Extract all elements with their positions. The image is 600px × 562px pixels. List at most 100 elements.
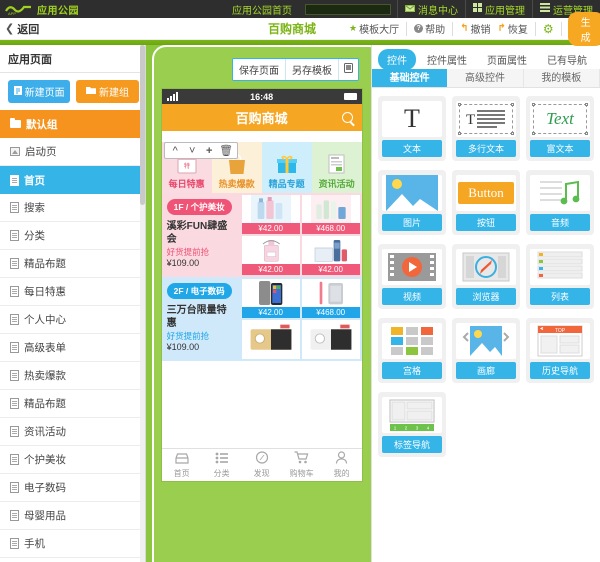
floor-banner-1[interactable]: 2F / 电子数码 三万台限量特惠 好货提前抢 ¥109.00 [162,277,240,361]
product-card-0-3[interactable]: ¥42.00 [301,236,360,275]
quicknav-item-2[interactable]: 精品专题 [261,142,312,193]
sidebar-item-label: 个护美妆 [24,454,66,466]
add-widget-icon[interactable]: + [201,145,218,157]
widget-card-history-nav-icon[interactable]: TOP 历史导航 [526,318,594,383]
sidebar-item-11[interactable]: 资讯活动 [0,418,145,446]
widget-card-grid-icon[interactable]: 宫格 [378,318,446,383]
tabbar-item-4[interactable]: 我的 [322,449,362,481]
sidebar-item-13[interactable]: 电子数码 [0,474,145,502]
list-icon [530,249,590,285]
widget-label: 标签导航 [382,436,442,453]
widget-card-rich-text-icon[interactable]: Text 富文本 [526,96,594,161]
sidebar-scrollbar[interactable] [139,45,145,562]
sidebar-item-2[interactable]: 首页 [0,166,145,194]
widget-card-audio-icon[interactable]: 音频 [526,170,594,235]
sidebar-item-14[interactable]: 母婴用品 [0,502,145,530]
move-up-icon[interactable]: ^ [167,145,184,157]
widget-card-button-icon[interactable]: Button 按钮 [452,170,520,235]
tabbar-item-3[interactable]: 购物车 [282,449,322,481]
nav-home[interactable]: 应用公园首页 [225,0,299,18]
product-card-0-0[interactable]: ¥42.00 [241,195,300,234]
floor-banner-0[interactable]: 1F / 个护美妆 溪彩FUN肆盛会 好货提前抢 ¥109.00 [162,193,240,277]
quicknav-label: 精品专题 [268,179,305,189]
sidebar-item-8[interactable]: 高级表单 [0,334,145,362]
settings-button[interactable]: ⚙ [536,21,562,36]
widget-card-multiline-text-icon[interactable]: T 多行文本 [452,96,520,161]
floor-products-0: ¥42.00 ¥468.00 ¥42.00 ¥42.00 [240,193,362,277]
new-group-button[interactable]: 新建组 [76,80,139,103]
product-card-1-0[interactable]: ¥42.00 [241,279,300,318]
sidebar-item-3[interactable]: 搜索 [0,194,145,222]
sidebar-item-12[interactable]: 个护美妆 [0,446,145,474]
panel-tab-3[interactable]: 已有导航 [538,49,596,70]
sidebar-item-16[interactable]: 电脑 [0,558,145,562]
widget-card-browser-icon[interactable]: 浏览器 [452,244,520,309]
sidebar-item-9[interactable]: 热卖爆款 [0,362,145,390]
new-page-button[interactable]: 新建页面 [8,80,71,103]
undo-icon[interactable]: ↰ [460,23,468,34]
brand-logo[interactable]: APP 应用公园 [0,2,79,17]
sidebar-item-1[interactable]: 启动页 [0,138,145,166]
tabbar-item-1[interactable]: 分类 [202,449,242,481]
undo-label[interactable]: 撤销 [470,21,490,36]
gear-icon: ⚙ [542,21,554,36]
move-down-icon[interactable]: ˅ [184,145,201,157]
tabbar-item-0[interactable]: 首页 [162,449,202,481]
template-hall-button[interactable]: ★ 模板大厅 [342,21,408,36]
widget-card-list-icon[interactable]: 列表 [526,244,594,309]
preview-device-button[interactable] [339,59,358,80]
save-template-button[interactable]: 另存模板 [286,59,339,80]
sidebar-item-0[interactable]: 默认组 [0,110,145,138]
widget-card-video-icon[interactable]: 视频 [378,244,446,309]
product-price: ¥42.00 [301,264,360,275]
doc-icon [10,426,19,437]
doc-icon [10,482,19,493]
sidebar-item-5[interactable]: 精品布题 [0,250,145,278]
editor-app-title: 百购商城 [268,22,317,36]
sidebar-item-4[interactable]: 分类 [0,222,145,250]
panel-tab-1[interactable]: 控件属性 [418,49,476,70]
sidebar-item-7[interactable]: 个人中心 [0,306,145,334]
sidebar-item-6[interactable]: 每日特惠 [0,278,145,306]
widget-label: 音频 [530,214,590,231]
generate-button[interactable]: 生成 [567,11,600,46]
doc-icon [10,398,19,409]
widget-card-gallery-icon[interactable]: 画廊 [452,318,520,383]
help-button[interactable]: ? 帮助 [407,21,454,36]
sidebar-item-10[interactable]: 精品布题 [0,390,145,418]
panel-subtab-2[interactable]: 我的模板 [523,69,600,87]
product-card-1-1[interactable]: ¥468.00 [301,279,360,318]
sidebar-scrollbar-thumb[interactable] [139,45,145,205]
phone-tabbar[interactable]: 首页 分类 发现 购物车 我的 [161,448,362,481]
sidebar-item-label: 热卖爆款 [24,370,66,382]
help-label: 帮助 [425,25,446,36]
save-page-button[interactable]: 保存页面 [233,59,286,80]
product-card-0-1[interactable]: ¥468.00 [301,195,360,234]
sidebar-item-15[interactable]: 手机 [0,530,145,558]
floor-section-0[interactable]: 1F / 个护美妆 溪彩FUN肆盛会 好货提前抢 ¥109.00 ¥42.00 ¥468.… [161,193,362,277]
phone-preview[interactable]: 16:48 百购商城 ^ ˅ + 🗑 特每日特惠 热卖爆款 精品专题 资讯活动 1F … [161,89,362,481]
panel-tab-0[interactable]: 控件 [378,49,416,70]
widget-card-image-icon[interactable]: 图片 [378,170,446,235]
floor-section-1[interactable]: 2F / 电子数码 三万台限量特惠 好货提前抢 ¥109.00 ¥42.00 ¥468.0… [161,277,362,361]
panel-tab-2[interactable]: 页面属性 [478,49,536,70]
quicknav-label: 每日特惠 [168,179,205,189]
cart-icon [294,451,309,466]
search-icon[interactable] [341,112,353,123]
grid-icon [382,323,442,359]
panel-subtab-1[interactable]: 高级控件 [447,69,524,87]
product-card-0-2[interactable]: ¥42.00 [241,236,300,275]
widget-card-text-icon[interactable]: T 文本 [378,96,446,161]
product-card-1-3[interactable] [301,320,360,359]
delete-widget-icon[interactable]: 🗑 [218,144,235,157]
widget-card-tab-nav-icon[interactable]: 1 2 3 4 标签导航 [378,392,446,457]
redo-label[interactable]: 恢复 [508,21,528,36]
product-card-1-2[interactable] [241,320,300,359]
quicknav-item-3[interactable]: 资讯活动 [311,142,362,193]
tabbar-item-2[interactable]: 发现 [242,449,282,481]
redo-icon[interactable]: ↱ [497,23,505,34]
back-button[interactable]: ❮ 返回 [0,21,39,37]
panel-subtab-0[interactable]: 基础控件 [372,69,448,87]
battery-icon [343,93,357,100]
doc-icon [10,258,19,269]
